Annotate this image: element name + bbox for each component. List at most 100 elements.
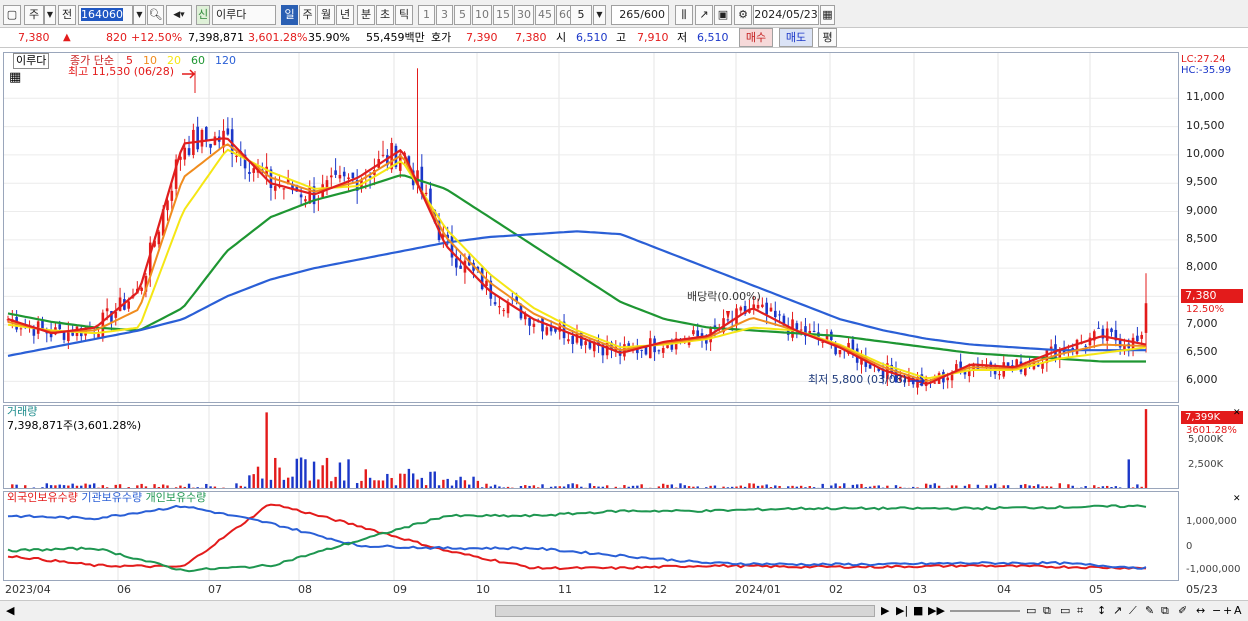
holding-close-icon[interactable]: ✕ bbox=[1233, 492, 1241, 506]
zoom-in-icon[interactable]: + bbox=[1223, 604, 1232, 618]
volume-bar bbox=[989, 485, 993, 488]
interval-select[interactable]: 5 bbox=[570, 5, 592, 25]
calendar-icon[interactable]: ▦ bbox=[820, 5, 835, 25]
ma-legend-60[interactable]: 60 bbox=[191, 54, 205, 68]
pen-icon[interactable]: ✐ bbox=[1178, 604, 1187, 618]
volume-bar bbox=[890, 488, 892, 489]
volume-bar bbox=[524, 485, 527, 488]
volume-bar bbox=[377, 480, 380, 488]
volume-bar bbox=[472, 476, 475, 488]
move-icon[interactable]: ↔ bbox=[1196, 604, 1205, 618]
search-icon[interactable]: 🔍︎ bbox=[147, 5, 164, 25]
sell-button[interactable]: 매도 bbox=[779, 28, 813, 47]
volume-bar bbox=[597, 486, 600, 488]
volume-bar bbox=[787, 486, 790, 488]
interval-button-5[interactable]: 5 bbox=[454, 5, 471, 25]
candle-body bbox=[226, 128, 230, 135]
volume-bar bbox=[921, 488, 923, 489]
volume-bar bbox=[312, 461, 316, 488]
volume-bar bbox=[1093, 485, 1096, 488]
tab-monthly[interactable]: 월 bbox=[317, 5, 335, 25]
zoom-out-icon[interactable]: − bbox=[1212, 604, 1221, 618]
interval-button-3[interactable]: 3 bbox=[436, 5, 453, 25]
ma-line-5 bbox=[7, 137, 1147, 386]
interval-button-45[interactable]: 45 bbox=[535, 5, 555, 25]
market-dropdown-icon[interactable]: ▼ bbox=[44, 5, 56, 25]
candle-type-icon[interactable]: ⫼ bbox=[675, 5, 693, 25]
layout-icon-2[interactable]: ⧉ bbox=[1043, 604, 1051, 618]
volume-close-icon[interactable]: ✕ bbox=[1233, 406, 1241, 420]
interval-button-1[interactable]: 1 bbox=[418, 5, 435, 25]
volume-bar bbox=[1088, 487, 1092, 488]
volume-bar bbox=[588, 483, 592, 488]
stop-icon[interactable]: ■ bbox=[913, 604, 923, 618]
interval-button-10[interactable]: 10 bbox=[472, 5, 492, 25]
tab-second[interactable]: 초 bbox=[376, 5, 394, 25]
candle-body bbox=[140, 287, 143, 291]
volume-bar bbox=[101, 485, 105, 488]
buy-button[interactable]: 매수 bbox=[739, 28, 773, 47]
volume-bar bbox=[903, 487, 906, 488]
draw-tool-icon[interactable]: ↗ bbox=[695, 5, 713, 25]
tab-tick[interactable]: 틱 bbox=[395, 5, 413, 25]
price-panel[interactable] bbox=[3, 52, 1179, 403]
stock-name-field[interactable]: 이루다 bbox=[212, 5, 276, 25]
auto-scale-icon[interactable]: A bbox=[1234, 604, 1242, 618]
interval-button-15[interactable]: 15 bbox=[493, 5, 513, 25]
date-field[interactable]: 2024/05/23 bbox=[753, 5, 819, 25]
fast-forward-icon[interactable]: ▶▶ bbox=[928, 604, 945, 618]
candle-body bbox=[299, 194, 303, 198]
candle-body bbox=[657, 350, 661, 352]
volume-bar bbox=[894, 485, 898, 488]
holding-line-1 bbox=[7, 504, 1147, 570]
x-axis-label-9: 02 bbox=[829, 583, 843, 596]
count-field[interactable]: 265/600 bbox=[611, 5, 669, 25]
window-menu-icon[interactable]: ▢ bbox=[3, 5, 21, 25]
period-select[interactable]: 전 bbox=[58, 5, 76, 25]
zoom-slider[interactable] bbox=[950, 610, 1020, 612]
tab-minute[interactable]: 분 bbox=[357, 5, 375, 25]
volume-bar bbox=[1127, 459, 1130, 488]
tab-daily[interactable]: 일 bbox=[281, 5, 298, 25]
interval-dropdown-icon[interactable]: ▼ bbox=[593, 5, 606, 25]
draw-line-icon[interactable]: ↗ bbox=[1113, 604, 1122, 618]
layout-icon-1[interactable]: ▭ bbox=[1026, 604, 1036, 618]
volume-bar bbox=[420, 477, 424, 488]
crosshair-icon[interactable]: ↕ bbox=[1097, 604, 1106, 618]
hoga-ask: 7,390 bbox=[466, 31, 498, 44]
panel-grid-icon[interactable]: ▦ bbox=[9, 71, 21, 85]
brush-icon[interactable]: ✎ bbox=[1145, 604, 1154, 618]
interval-button-30[interactable]: 30 bbox=[514, 5, 534, 25]
volume-bar bbox=[1011, 488, 1013, 489]
candle-body bbox=[571, 335, 574, 345]
step-forward-icon[interactable]: ▶| bbox=[896, 604, 908, 618]
legend-foreign: 외국인보유수량 bbox=[7, 491, 78, 504]
volume-bar bbox=[1002, 485, 1005, 488]
stock-code-input[interactable]: 164060 bbox=[78, 5, 133, 25]
tab-yearly[interactable]: 년 bbox=[336, 5, 354, 25]
scroll-right-icon[interactable]: ▶ bbox=[881, 604, 889, 618]
layout-icon-3[interactable]: ▭ bbox=[1060, 604, 1070, 618]
volume-bar bbox=[416, 479, 419, 488]
scroll-left-icon[interactable]: ◀ bbox=[6, 604, 14, 618]
speaker-dropdown-icon[interactable]: ◀▾ bbox=[166, 5, 192, 25]
gear-icon[interactable]: ⚙ bbox=[734, 5, 752, 25]
candle-body bbox=[19, 328, 23, 330]
scrollbar-thumb[interactable] bbox=[495, 605, 875, 617]
volume-bar bbox=[933, 483, 936, 488]
layout-icon-4[interactable]: ⌗ bbox=[1077, 604, 1083, 618]
volume-bar bbox=[709, 485, 712, 488]
volume-panel[interactable] bbox=[3, 405, 1179, 489]
trend-icon[interactable]: ⟋ bbox=[1129, 604, 1137, 618]
copy-icon[interactable]: ⧉ bbox=[1161, 604, 1169, 618]
up-triangle-icon: ▲ bbox=[63, 32, 71, 43]
save-icon[interactable]: ▣ bbox=[714, 5, 732, 25]
ma-legend-120[interactable]: 120 bbox=[215, 54, 236, 68]
count-value: 265 bbox=[619, 8, 641, 21]
x-axis-label-7: 12 bbox=[653, 583, 667, 596]
tab-weekly[interactable]: 주 bbox=[299, 5, 316, 25]
code-dropdown-icon[interactable]: ▼ bbox=[133, 5, 146, 25]
market-select[interactable]: 주 bbox=[24, 5, 44, 25]
eval-button[interactable]: 평 bbox=[818, 28, 837, 47]
candle-body bbox=[334, 170, 337, 175]
